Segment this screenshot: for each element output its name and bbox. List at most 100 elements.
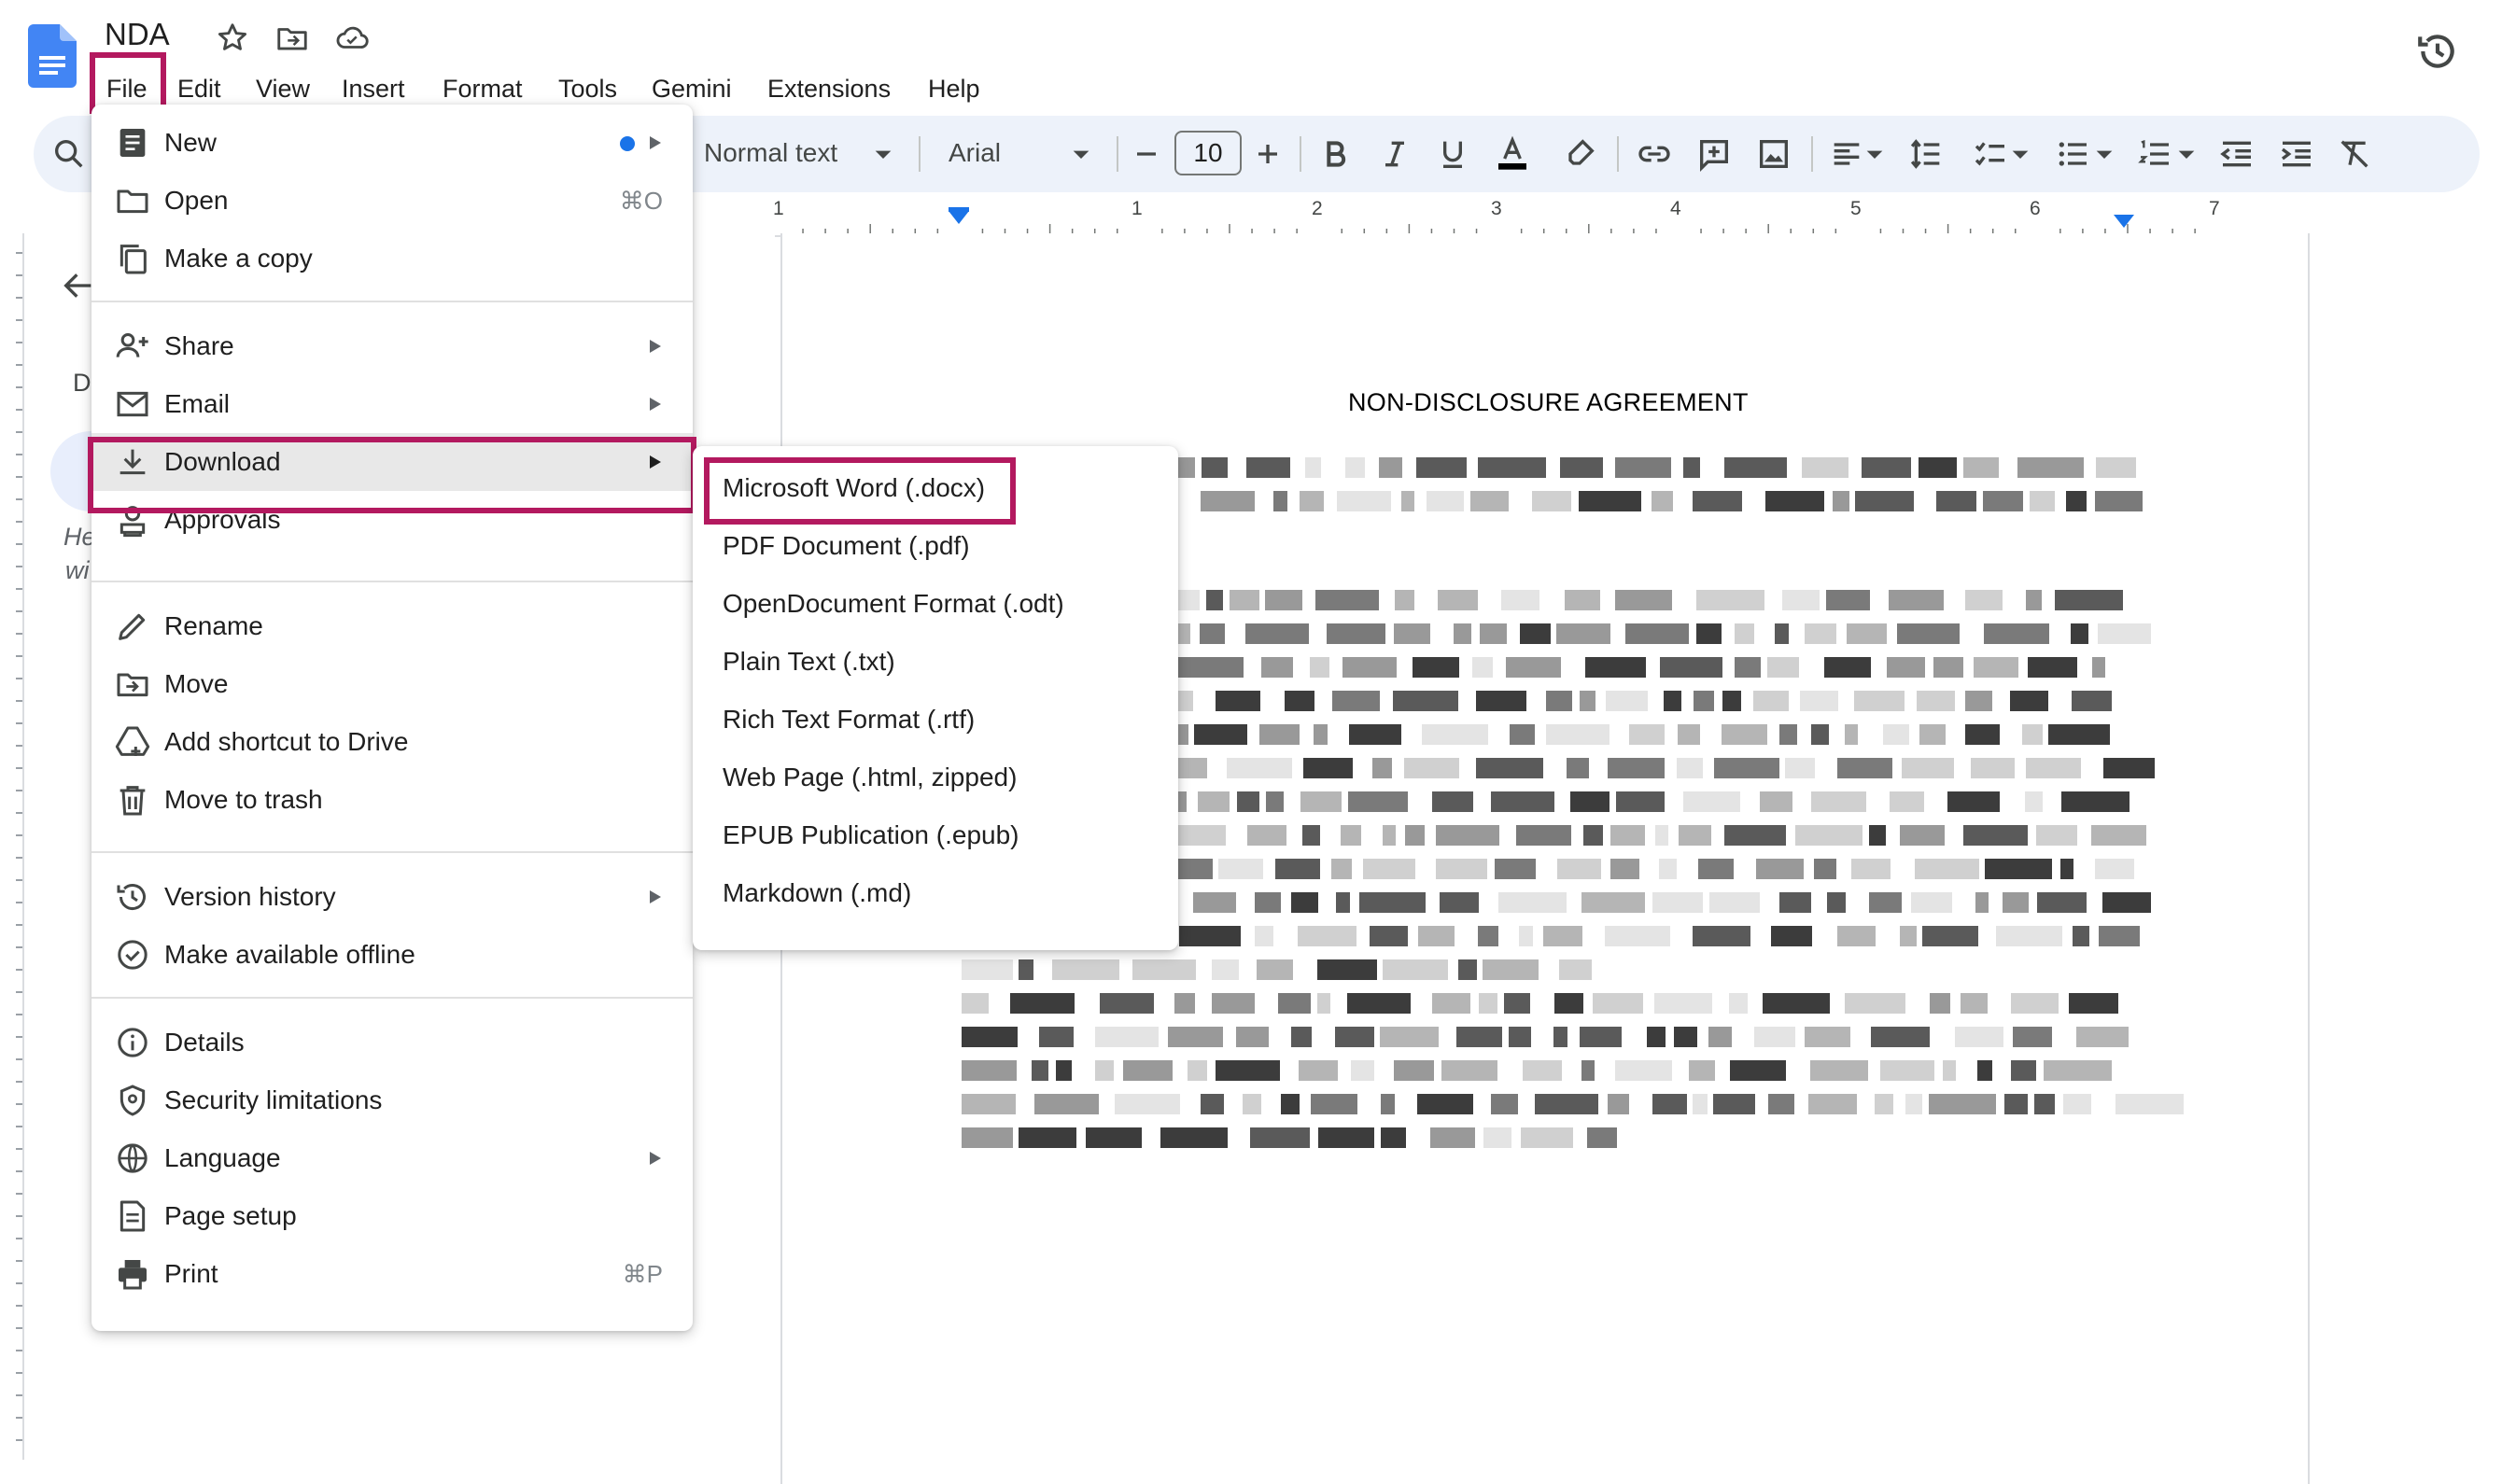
redacted-text-block	[1826, 590, 1870, 610]
docs-logo-icon[interactable]	[28, 24, 77, 88]
submenu-arrow-icon	[650, 136, 661, 149]
ruler-tick	[16, 722, 22, 724]
redacted-text-block	[1814, 859, 1836, 879]
redacted-text-block	[1911, 892, 1952, 913]
menu-item-version-history[interactable]: Version history	[91, 868, 693, 926]
redacted-text-block	[962, 1094, 1016, 1114]
download-option-md[interactable]: Markdown (.md)	[693, 864, 1178, 922]
download-option-pdf[interactable]: PDF Document (.pdf)	[693, 517, 1178, 575]
menu-item-security-limitations[interactable]: Security limitations	[91, 1071, 693, 1129]
align-icon[interactable]	[1828, 135, 1865, 173]
redacted-text-block	[1255, 926, 1273, 946]
menu-help[interactable]: Help	[921, 65, 988, 112]
numbered-list-dropdown-icon[interactable]	[2173, 135, 2200, 173]
menu-extensions[interactable]: Extensions	[760, 65, 898, 112]
redacted-text-block	[2004, 1094, 2028, 1114]
trash-icon	[114, 781, 151, 819]
bulleted-list-dropdown-icon[interactable]	[2091, 135, 2117, 173]
menu-item-move[interactable]: Move	[91, 655, 693, 713]
menu-item-add-shortcut[interactable]: Add shortcut to Drive	[91, 713, 693, 771]
move-folder-icon	[114, 665, 151, 703]
redacted-text-block	[1883, 724, 1909, 745]
menu-item-open[interactable]: Open ⌘O	[91, 172, 693, 230]
redacted-text-block	[1679, 825, 1711, 846]
font-dropdown-arrow-icon[interactable]	[1062, 135, 1100, 173]
first-line-indent-marker[interactable]	[949, 207, 969, 212]
menu-item-move-to-trash[interactable]: Move to trash	[91, 771, 693, 829]
decrease-indent-icon[interactable]	[2218, 135, 2256, 173]
redacted-text-block	[1810, 1060, 1868, 1081]
checklist-dropdown-icon[interactable]	[2007, 135, 2033, 173]
font-family-select[interactable]: Arial	[949, 134, 1001, 172]
download-option-html[interactable]: Web Page (.html, zipped)	[693, 749, 1178, 806]
redacted-text-block	[1977, 1060, 1992, 1081]
menu-item-email[interactable]: Email	[91, 375, 693, 433]
add-comment-icon[interactable]	[1695, 135, 1733, 173]
increase-font-size-icon[interactable]	[1249, 135, 1286, 173]
ruler-tick	[16, 319, 22, 321]
menu-item-make-a-copy[interactable]: Make a copy	[91, 230, 693, 287]
right-indent-marker[interactable]	[2114, 215, 2134, 228]
menu-item-print[interactable]: Print ⌘P	[91, 1245, 693, 1303]
cloud-saved-icon[interactable]	[334, 21, 370, 56]
vertical-ruler[interactable]	[0, 233, 24, 1460]
document-title[interactable]: NDA	[105, 17, 170, 52]
search-menus-icon[interactable]	[50, 135, 88, 173]
toolbar-divider	[919, 136, 921, 172]
highlight-color-icon[interactable]	[1561, 135, 1598, 173]
redacted-text-block	[1974, 657, 2018, 678]
redacted-text-block	[1177, 657, 1244, 678]
redacted-text-block	[1647, 1027, 1666, 1047]
redacted-text-block	[1332, 691, 1380, 711]
redacted-text-block	[1019, 1127, 1076, 1148]
text-color-icon[interactable]	[1494, 135, 1531, 173]
numbered-list-icon[interactable]	[2136, 135, 2173, 173]
redacted-text-block	[1257, 959, 1293, 980]
redacted-text-block	[1729, 993, 1748, 1014]
style-dropdown-arrow-icon[interactable]	[864, 135, 902, 173]
ruler-tick	[16, 1014, 22, 1015]
menu-item-rename[interactable]: Rename	[91, 597, 693, 655]
insert-link-icon[interactable]	[1636, 135, 1673, 173]
download-option-rtf[interactable]: Rich Text Format (.rtf)	[693, 691, 1178, 749]
redacted-text-block	[1495, 859, 1536, 879]
bulleted-list-icon[interactable]	[2054, 135, 2091, 173]
font-size-input[interactable]: 10	[1174, 131, 1242, 175]
download-option-txt[interactable]: Plain Text (.txt)	[693, 633, 1178, 691]
redacted-text-block	[1523, 1060, 1562, 1081]
italic-icon[interactable]	[1376, 135, 1413, 173]
decrease-font-size-icon[interactable]	[1128, 135, 1165, 173]
align-dropdown-icon[interactable]	[1862, 135, 1888, 173]
menu-item-page-setup[interactable]: Page setup	[91, 1187, 693, 1245]
menu-item-share[interactable]: Share	[91, 317, 693, 375]
document-heading[interactable]: NON-DISCLOSURE AGREEMENT	[1348, 388, 1749, 417]
move-folder-icon[interactable]	[274, 21, 310, 56]
redacted-text-block	[1519, 926, 1533, 946]
redacted-text-block	[2026, 758, 2081, 778]
clear-formatting-icon[interactable]	[2336, 135, 2373, 173]
menu-item-make-available-offline[interactable]: Make available offline	[91, 926, 693, 984]
menu-item-new[interactable]: New	[91, 114, 693, 172]
redacted-text-block	[1285, 691, 1314, 711]
download-option-odt[interactable]: OpenDocument Format (.odt)	[693, 575, 1178, 633]
left-indent-marker[interactable]	[949, 211, 969, 224]
download-option-epub[interactable]: EPUB Publication (.epub)	[693, 806, 1178, 864]
redacted-text-block	[2060, 859, 2073, 879]
redacted-text-block	[1303, 758, 1353, 778]
line-spacing-icon[interactable]	[1908, 135, 1946, 173]
star-icon[interactable]	[215, 21, 250, 56]
checklist-icon[interactable]	[1972, 135, 2009, 173]
increase-indent-icon[interactable]	[2278, 135, 2315, 173]
menu-divider	[91, 997, 693, 999]
insert-image-icon[interactable]	[1755, 135, 1792, 173]
menu-item-language[interactable]: Language	[91, 1129, 693, 1187]
redacted-text-block	[1315, 590, 1379, 610]
paragraph-style-select[interactable]: Normal text	[704, 134, 837, 172]
ruler-label: 1	[1132, 198, 1143, 219]
underline-icon[interactable]	[1434, 135, 1471, 173]
redacted-text-block	[2036, 825, 2077, 846]
bold-icon[interactable]	[1316, 135, 1354, 173]
version-history-icon[interactable]	[2414, 28, 2461, 75]
share-person-icon	[114, 328, 151, 365]
menu-item-details[interactable]: Details	[91, 1014, 693, 1071]
